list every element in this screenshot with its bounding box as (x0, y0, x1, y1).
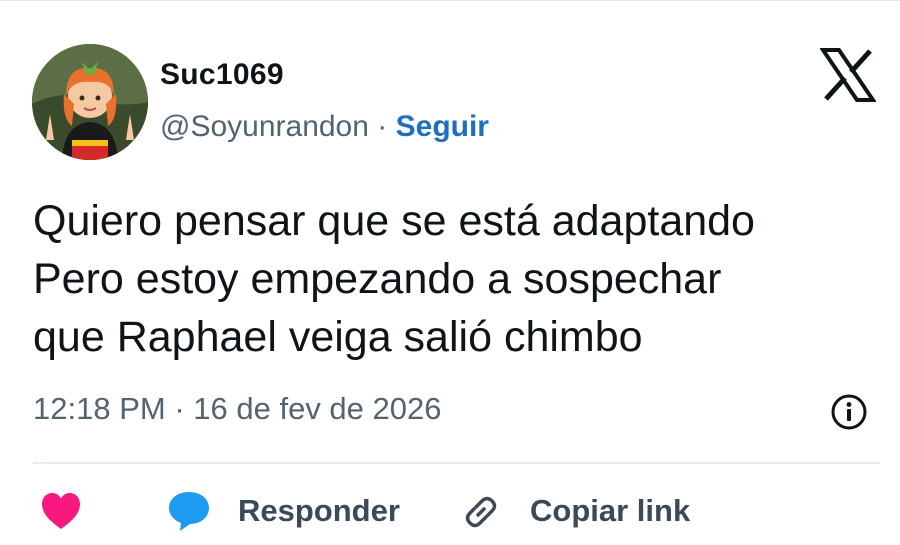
handle-row: @Soyunrandon · Seguir (160, 109, 489, 145)
info-icon[interactable] (830, 393, 868, 431)
timestamp-row[interactable]: 12:18 PM · 16 de fev de 2026 (33, 390, 442, 428)
reply-button[interactable]: Responder (238, 493, 400, 529)
author-block: Suc1069 @Soyunrandon · Seguir (160, 57, 489, 145)
follow-button[interactable]: Seguir (396, 110, 489, 143)
action-bar: Responder Copiar link (0, 479, 900, 543)
display-name[interactable]: Suc1069 (160, 57, 489, 93)
x-logo-icon[interactable] (820, 47, 876, 103)
tweet-date: 16 de fev de 2026 (193, 391, 442, 426)
tweet-text: Quiero pensar que se está adaptando Pero… (33, 197, 755, 361)
avatar-image (32, 44, 148, 160)
divider (33, 462, 880, 464)
link-icon[interactable] (460, 491, 502, 533)
tweet-embed-card: Suc1069 @Soyunrandon · Seguir Quiero pen… (0, 0, 900, 545)
speech-bubble-icon[interactable] (166, 489, 212, 533)
separator-dot: · (174, 391, 185, 426)
copy-link-button[interactable]: Copiar link (530, 493, 690, 529)
handle[interactable]: @Soyunrandon (160, 110, 369, 143)
heart-icon[interactable] (40, 491, 82, 531)
separator-dot: · (377, 110, 388, 143)
tweet-time: 12:18 PM (33, 391, 166, 426)
avatar[interactable] (32, 44, 148, 160)
